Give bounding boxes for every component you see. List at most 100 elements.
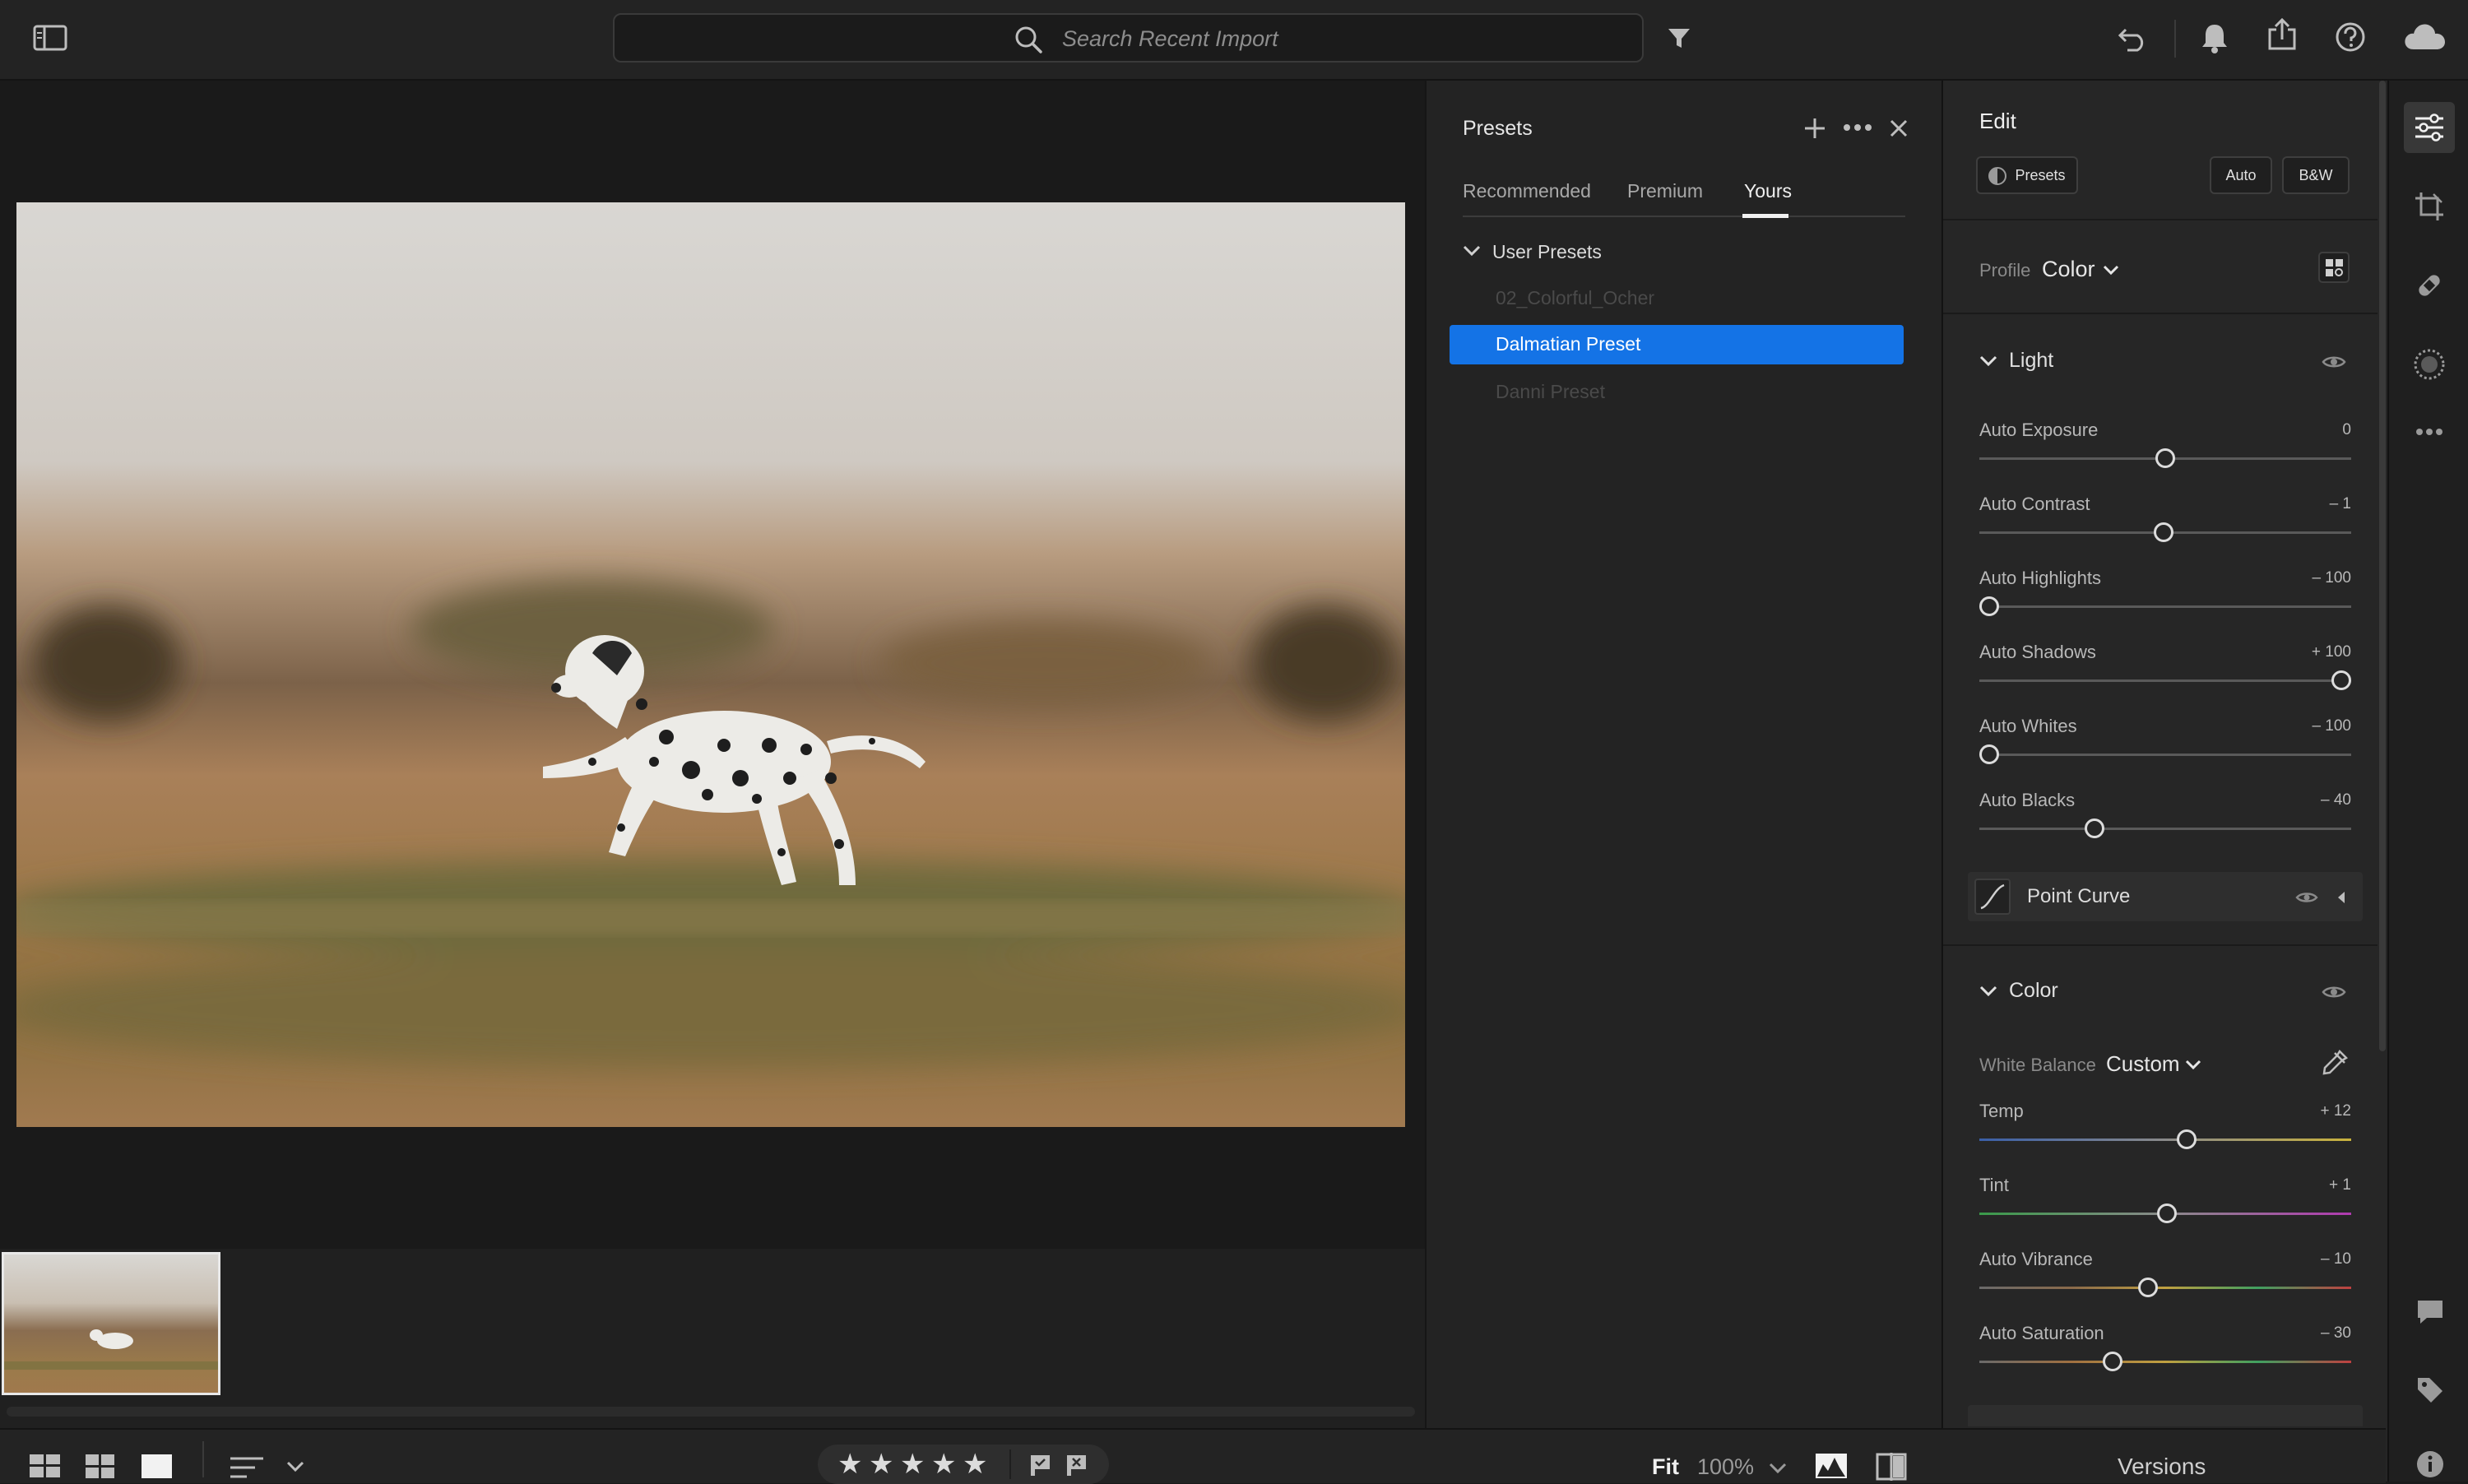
profile-chevron-down-icon[interactable] <box>2103 265 2119 276</box>
slider-knob[interactable] <box>2157 1203 2178 1223</box>
pick-flag-icon[interactable] <box>1028 1453 1053 1477</box>
presets-button[interactable]: Presets <box>1976 156 2078 194</box>
square-grid-view-icon[interactable] <box>30 1454 61 1479</box>
masking-icon[interactable] <box>2412 347 2447 382</box>
close-icon[interactable] <box>1889 118 1909 138</box>
crop-icon[interactable] <box>2414 191 2445 222</box>
versions-label[interactable]: Versions <box>2118 1454 2206 1480</box>
slider-track[interactable] <box>1979 828 2351 830</box>
edit-panel-scrollbar[interactable] <box>2379 81 2386 1051</box>
detail-view-icon[interactable] <box>141 1454 173 1479</box>
star-5[interactable]: ★ <box>963 1448 987 1481</box>
slider-value[interactable]: – 30 <box>2277 1324 2351 1343</box>
slider-value[interactable]: + 100 <box>2277 643 2351 661</box>
slider-track[interactable] <box>1979 754 2351 756</box>
next-section-panel[interactable] <box>1968 1405 2363 1426</box>
filmstrip-thumbnail[interactable] <box>2 1252 220 1395</box>
preset-group-user-presets[interactable]: User Presets <box>1492 241 1602 263</box>
tab-recommended[interactable]: Recommended <box>1463 180 1591 202</box>
color-visibility-icon[interactable] <box>2322 984 2346 1000</box>
more-tools-icon[interactable] <box>2415 428 2443 436</box>
filter-icon[interactable] <box>1667 26 1691 51</box>
histogram-icon[interactable] <box>1815 1453 1848 1479</box>
star-3[interactable]: ★ <box>900 1448 925 1481</box>
bw-button[interactable]: B&W <box>2282 156 2350 194</box>
tab-premium[interactable]: Premium <box>1627 180 1703 202</box>
presets-panel-title: Presets <box>1463 117 1533 140</box>
filmstrip-scrollbar[interactable] <box>7 1407 1415 1417</box>
sidebar-toggle-icon[interactable] <box>33 25 67 51</box>
auto-button[interactable]: Auto <box>2210 156 2272 194</box>
photo-grid-view-icon[interactable] <box>86 1454 115 1479</box>
profile-browser-icon[interactable] <box>2318 252 2350 283</box>
zoom-chevron-down-icon[interactable] <box>1769 1463 1787 1474</box>
slider-value[interactable]: – 40 <box>2277 791 2351 809</box>
slider-track[interactable] <box>1979 679 2351 682</box>
keywords-tag-icon[interactable] <box>2415 1375 2445 1405</box>
zoom-fit[interactable]: Fit <box>1652 1454 1679 1480</box>
color-section-title[interactable]: Color <box>2009 979 2058 1003</box>
preset-item-label[interactable]: Dalmatian Preset <box>1496 333 1640 355</box>
slider-track[interactable] <box>1979 1139 2351 1141</box>
rating-divider <box>1009 1449 1011 1479</box>
eyedropper-icon[interactable] <box>2320 1048 2350 1078</box>
slider-knob[interactable] <box>1979 596 1999 616</box>
star-rating[interactable]: ★ ★ ★ ★ ★ <box>818 1445 1109 1484</box>
search-input[interactable] <box>1060 23 1491 54</box>
group-chevron-down-icon[interactable] <box>1463 245 1481 257</box>
white-balance-value[interactable]: Custom <box>2106 1051 2180 1077</box>
slider-knob[interactable] <box>2137 1278 2158 1297</box>
point-curve-expand-icon[interactable] <box>2336 890 2346 905</box>
slider-knob[interactable] <box>1979 744 1999 764</box>
zoom-level[interactable]: 100% <box>1697 1454 1754 1480</box>
slider-value[interactable]: – 10 <box>2277 1250 2351 1268</box>
profile-value[interactable]: Color <box>2042 257 2095 282</box>
preset-item[interactable]: 02_Colorful_Ocher <box>1496 287 1654 309</box>
star-2[interactable]: ★ <box>869 1448 893 1481</box>
light-chevron-down-icon[interactable] <box>1979 355 1997 367</box>
slider-knob[interactable] <box>2155 448 2175 468</box>
point-curve-visibility-icon[interactable] <box>2295 890 2318 905</box>
point-curve-title[interactable]: Point Curve <box>2027 885 2130 908</box>
slider-track[interactable] <box>1979 1361 2351 1363</box>
color-chevron-down-icon[interactable] <box>1979 985 1997 997</box>
tab-yours[interactable]: Yours <box>1744 180 1792 202</box>
compare-view-icon[interactable] <box>1876 1453 1907 1481</box>
undo-icon[interactable] <box>2118 23 2149 53</box>
star-4[interactable]: ★ <box>931 1448 956 1481</box>
search-bar[interactable] <box>613 13 1644 63</box>
main-photo[interactable] <box>16 202 1405 1127</box>
preset-item[interactable]: Danni Preset <box>1496 381 1605 403</box>
slider-value[interactable]: – 1 <box>2277 495 2351 513</box>
light-section-title[interactable]: Light <box>2009 349 2053 373</box>
slider-value[interactable]: + 1 <box>2277 1176 2351 1194</box>
slider-label: Auto Shadows <box>1979 642 2096 662</box>
star-1[interactable]: ★ <box>837 1448 862 1481</box>
info-icon[interactable] <box>2415 1449 2445 1479</box>
slider-track[interactable] <box>1979 605 2351 608</box>
slider-knob[interactable] <box>2331 670 2351 690</box>
help-icon[interactable] <box>2335 21 2366 53</box>
tabs-underline <box>1463 216 1905 217</box>
share-icon[interactable] <box>2266 18 2298 51</box>
slider-knob[interactable] <box>2176 1129 2197 1149</box>
white-balance-chevron-down-icon[interactable] <box>2185 1060 2201 1070</box>
add-preset-icon[interactable] <box>1803 117 1826 140</box>
slider-value[interactable]: 0 <box>2277 421 2351 439</box>
slider-value[interactable]: – 100 <box>2277 569 2351 587</box>
slider-knob[interactable] <box>2153 522 2173 542</box>
slider-value[interactable]: + 12 <box>2277 1102 2351 1120</box>
chevron-down-icon[interactable] <box>286 1461 304 1472</box>
cloud-icon[interactable] <box>2402 21 2447 51</box>
slider-knob[interactable] <box>2102 1352 2122 1371</box>
slider-value[interactable]: – 100 <box>2277 717 2351 735</box>
sort-icon[interactable] <box>230 1456 263 1479</box>
sliders-icon[interactable] <box>2414 112 2445 143</box>
notifications-icon[interactable] <box>2201 22 2229 53</box>
more-options-icon[interactable] <box>1843 123 1872 132</box>
light-visibility-icon[interactable] <box>2322 354 2346 370</box>
slider-track[interactable] <box>1979 1287 2351 1289</box>
comments-icon[interactable] <box>2415 1298 2445 1326</box>
reject-flag-icon[interactable] <box>1065 1453 1089 1477</box>
healing-bandage-icon[interactable] <box>2414 270 2445 301</box>
